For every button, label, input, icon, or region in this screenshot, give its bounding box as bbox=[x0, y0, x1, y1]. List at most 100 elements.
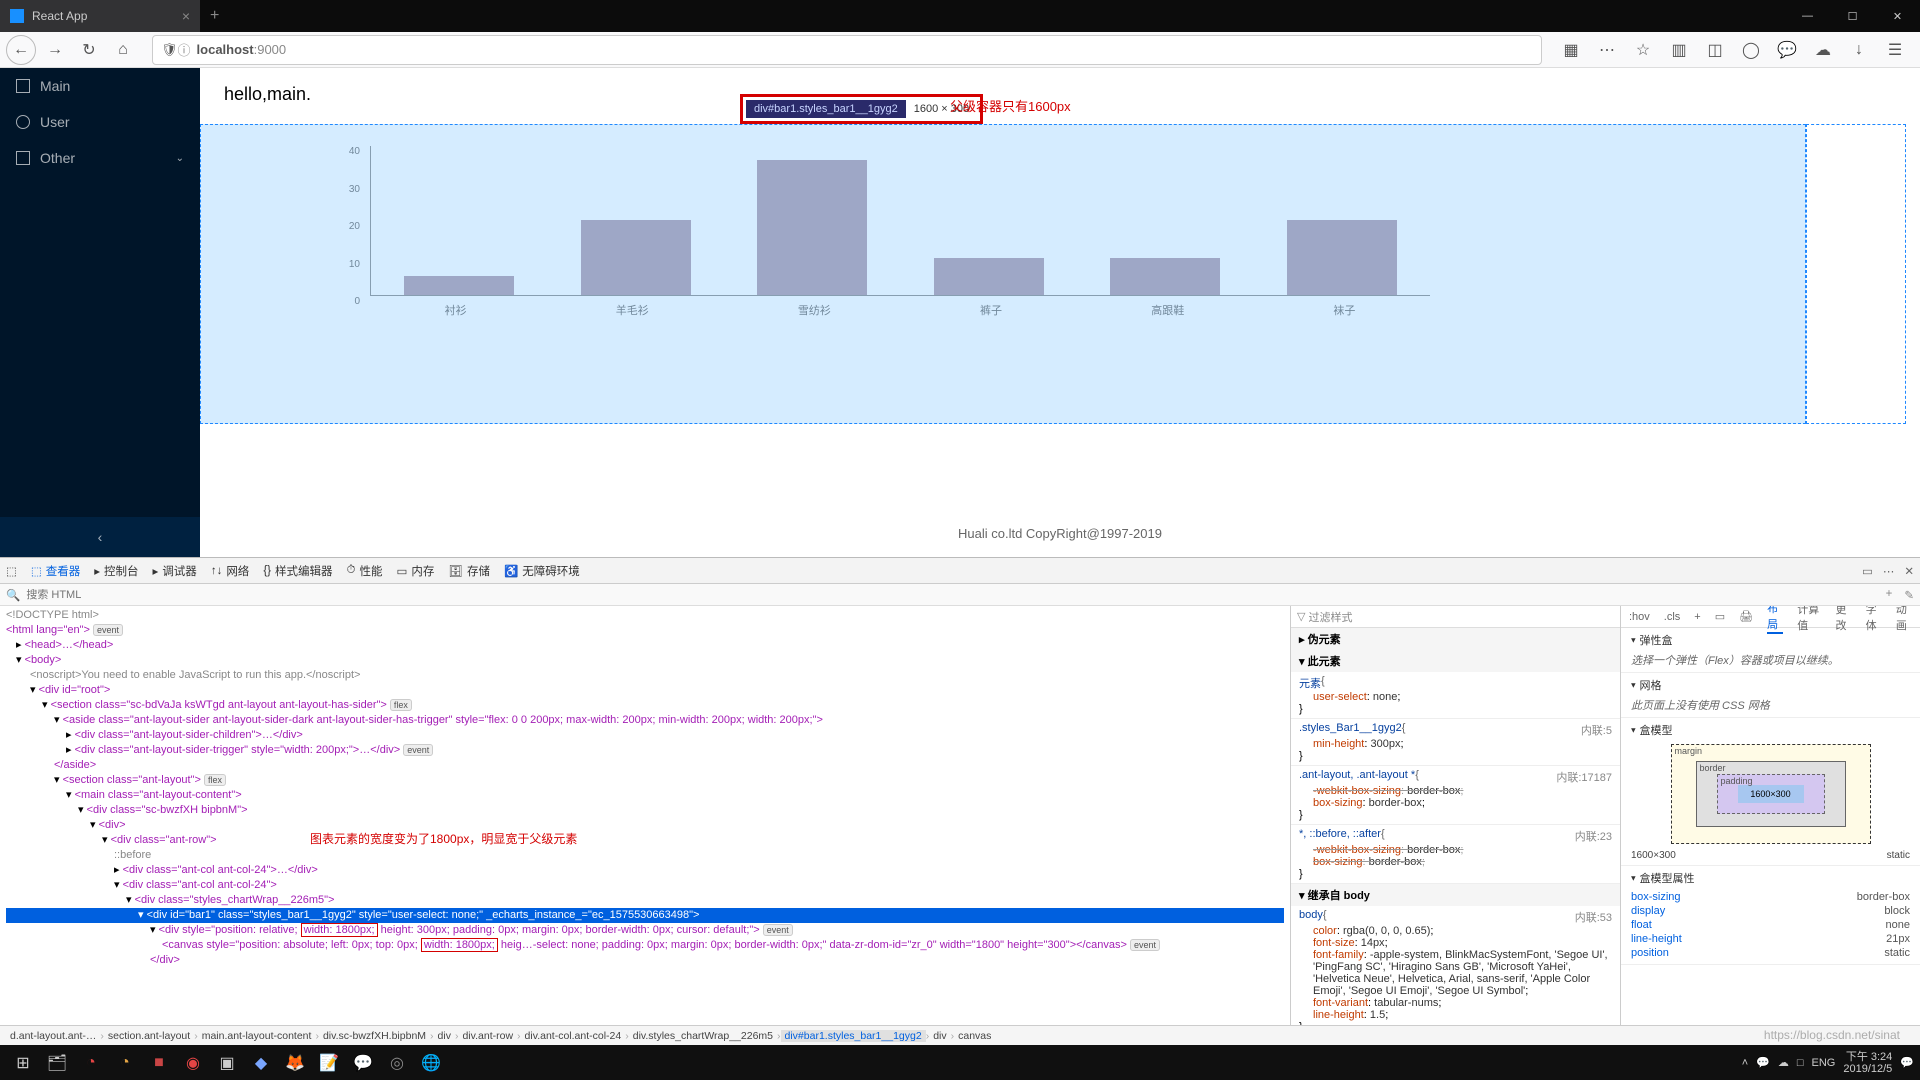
breadcrumb-item[interactable]: main.ant-layout-content bbox=[198, 1030, 316, 1042]
inspector-tooltip: div#bar1.styles_bar1__1gyg2 1600 × 300 bbox=[740, 94, 983, 124]
layout-pane[interactable]: :hov .cls + ▭ 🖨 布局 计算值 更改 字体 动画 弹性盒 选择一个… bbox=[1620, 606, 1920, 1025]
sidebar-icon[interactable]: ◫ bbox=[1700, 35, 1730, 65]
breadcrumb-item[interactable]: div.ant-row bbox=[458, 1030, 517, 1042]
sidebar-item-other[interactable]: Other ⌄ bbox=[0, 140, 200, 176]
add-element-icon[interactable]: + bbox=[1886, 588, 1893, 602]
more-icon[interactable]: ⋯ bbox=[1592, 35, 1622, 65]
breadcrumb-item[interactable]: section.ant-layout bbox=[104, 1030, 194, 1042]
tab-network[interactable]: ↑↓ 网络 bbox=[211, 563, 250, 579]
breadcrumb-item[interactable]: div#bar1.styles_bar1__1gyg2 bbox=[781, 1030, 926, 1042]
minimize-button[interactable]: — bbox=[1785, 0, 1830, 32]
bar-chart: 010203040 衬衫羊毛衫雪纺衫裤子高跟鞋袜子 bbox=[340, 146, 1430, 316]
edit-html-icon[interactable]: ✎ bbox=[1904, 588, 1914, 602]
app-icon[interactable]: ■ bbox=[142, 1048, 176, 1078]
devtools-close-icon[interactable]: ✕ bbox=[1904, 564, 1914, 578]
app-icon[interactable]: ◉ bbox=[176, 1048, 210, 1078]
tab-storage[interactable]: 🗄 存储 bbox=[448, 563, 490, 579]
responsive-icon[interactable]: ▭ bbox=[1862, 564, 1873, 578]
dom-tree-pane[interactable]: <!DOCTYPE html> <html lang="en"> event ▸… bbox=[0, 606, 1290, 1025]
chrome-icon[interactable]: 🌐 bbox=[414, 1048, 448, 1078]
tab-style-editor[interactable]: {} 样式编辑器 bbox=[263, 563, 332, 579]
url-bar[interactable]: 🛡 ⓘ localhost:9000 bbox=[152, 35, 1542, 65]
app-icon[interactable]: ◆ bbox=[244, 1048, 278, 1078]
breadcrumb-item[interactable]: div bbox=[434, 1030, 455, 1042]
breadcrumb-item[interactable]: div.sc-bwzfXH.bipbnM bbox=[319, 1030, 430, 1042]
dom-breadcrumb[interactable]: d.ant-layout.ant-…›section.ant-layout›ma… bbox=[0, 1025, 1920, 1045]
tab-computed[interactable]: 计算值 bbox=[1797, 606, 1821, 633]
app-icon[interactable]: ◎ bbox=[380, 1048, 414, 1078]
add-rule[interactable]: + bbox=[1694, 611, 1700, 623]
display-icon bbox=[16, 151, 30, 165]
app-icon[interactable]: ◔ bbox=[74, 1048, 108, 1078]
sidebar-item-user[interactable]: User bbox=[0, 104, 200, 140]
home-button[interactable]: ⌂ bbox=[108, 35, 138, 65]
tab-fonts[interactable]: 字体 bbox=[1866, 606, 1882, 633]
tab-debugger[interactable]: ▸ 调试器 bbox=[153, 563, 197, 579]
library-icon[interactable]: ▥ bbox=[1664, 35, 1694, 65]
menu-icon[interactable]: ☰ bbox=[1880, 35, 1910, 65]
chart-plot-area bbox=[370, 146, 1430, 296]
tray-lang[interactable]: ENG bbox=[1812, 1057, 1836, 1069]
info-icon[interactable]: ⓘ bbox=[178, 40, 191, 59]
breadcrumb-item[interactable]: canvas bbox=[954, 1030, 995, 1042]
pseudo-header: ▸ 伪元素 bbox=[1291, 628, 1620, 650]
breadcrumb-item[interactable]: d.ant-layout.ant-… bbox=[6, 1030, 100, 1042]
tab-console[interactable]: ▸ 控制台 bbox=[94, 563, 138, 579]
inspector-picker-icon[interactable]: ⬚ bbox=[6, 564, 17, 578]
tray-ime-icon[interactable]: □ bbox=[1797, 1057, 1804, 1069]
tab-performance[interactable]: ⏱ 性能 bbox=[347, 563, 383, 579]
tab-animations[interactable]: 动画 bbox=[1896, 606, 1912, 633]
home-icon bbox=[16, 79, 30, 93]
forward-button[interactable]: → bbox=[40, 35, 70, 65]
breadcrumb-item[interactable]: div.styles_chartWrap__226m5 bbox=[629, 1030, 777, 1042]
bookmark-icon[interactable]: ☆ bbox=[1628, 35, 1658, 65]
sidebar-item-main[interactable]: Main bbox=[0, 68, 200, 104]
notifications-icon[interactable]: 💬 bbox=[1900, 1056, 1914, 1069]
app-sidebar: Main User Other ⌄ ‹ bbox=[0, 68, 200, 557]
chart-bar bbox=[934, 258, 1044, 296]
x-axis-labels: 衬衫羊毛衫雪纺衫裤子高跟鞋袜子 bbox=[370, 302, 1430, 318]
tab-layout[interactable]: 布局 bbox=[1767, 606, 1783, 634]
reload-button[interactable]: ↻ bbox=[74, 35, 104, 65]
notepad-icon[interactable]: 📝 bbox=[312, 1048, 346, 1078]
app-icon[interactable]: ◔ bbox=[108, 1048, 142, 1078]
terminal-icon[interactable]: ▣ bbox=[210, 1048, 244, 1078]
tray-up-icon[interactable]: ˄ bbox=[1742, 1057, 1748, 1069]
chart-bar bbox=[581, 220, 691, 295]
dom-search-input[interactable] bbox=[26, 589, 1885, 601]
layout-icon[interactable]: ▭ bbox=[1715, 610, 1725, 623]
close-button[interactable]: ✕ bbox=[1875, 0, 1920, 32]
devtools-more-icon[interactable]: ⋯ bbox=[1883, 564, 1895, 578]
account-icon[interactable]: ◯ bbox=[1736, 35, 1766, 65]
new-tab-button[interactable]: + bbox=[200, 7, 229, 25]
chevron-down-icon: ⌄ bbox=[176, 153, 184, 164]
user-icon bbox=[16, 115, 30, 129]
tab-inspector[interactable]: ⬚ 查看器 bbox=[31, 563, 80, 579]
window-titlebar: React App × + — ☐ ✕ bbox=[0, 0, 1920, 32]
print-icon[interactable]: 🖨 bbox=[1739, 610, 1753, 623]
start-button[interactable]: ⊞ bbox=[6, 1048, 40, 1078]
hov-toggle[interactable]: :hov bbox=[1629, 611, 1650, 623]
download-icon[interactable]: ↓ bbox=[1844, 35, 1874, 65]
chat-icon[interactable]: 💬 bbox=[1772, 35, 1802, 65]
tray-net-icon[interactable]: ☁ bbox=[1778, 1056, 1789, 1069]
tab-changes[interactable]: 更改 bbox=[1836, 606, 1852, 633]
tab-memory[interactable]: ▭ 内存 bbox=[396, 563, 434, 579]
explorer-icon[interactable]: 🗂 bbox=[40, 1048, 74, 1078]
back-button[interactable]: ← bbox=[6, 35, 36, 65]
weather-icon[interactable]: ☁ bbox=[1808, 35, 1838, 65]
tab-accessibility[interactable]: ♿ 无障碍环境 bbox=[504, 563, 580, 579]
breadcrumb-item[interactable]: div.ant-col.ant-col-24 bbox=[521, 1030, 626, 1042]
url-text: localhost:9000 bbox=[197, 42, 287, 57]
maximize-button[interactable]: ☐ bbox=[1830, 0, 1875, 32]
tab-close-icon[interactable]: × bbox=[182, 8, 190, 24]
qr-icon[interactable]: ▦ bbox=[1556, 35, 1586, 65]
styles-pane[interactable]: ▽ 过滤样式 ▸ 伪元素 ▾ 此元素 元素 { user-select: non… bbox=[1290, 606, 1620, 1025]
firefox-icon[interactable]: 🦊 bbox=[278, 1048, 312, 1078]
breadcrumb-item[interactable]: div bbox=[929, 1030, 950, 1042]
browser-tab-active[interactable]: React App × bbox=[0, 0, 200, 32]
cls-toggle[interactable]: .cls bbox=[1664, 611, 1681, 623]
tray-wechat-icon[interactable]: 💬 bbox=[1756, 1056, 1770, 1069]
wechat-icon[interactable]: 💬 bbox=[346, 1048, 380, 1078]
sidebar-collapse-button[interactable]: ‹ bbox=[0, 517, 200, 557]
